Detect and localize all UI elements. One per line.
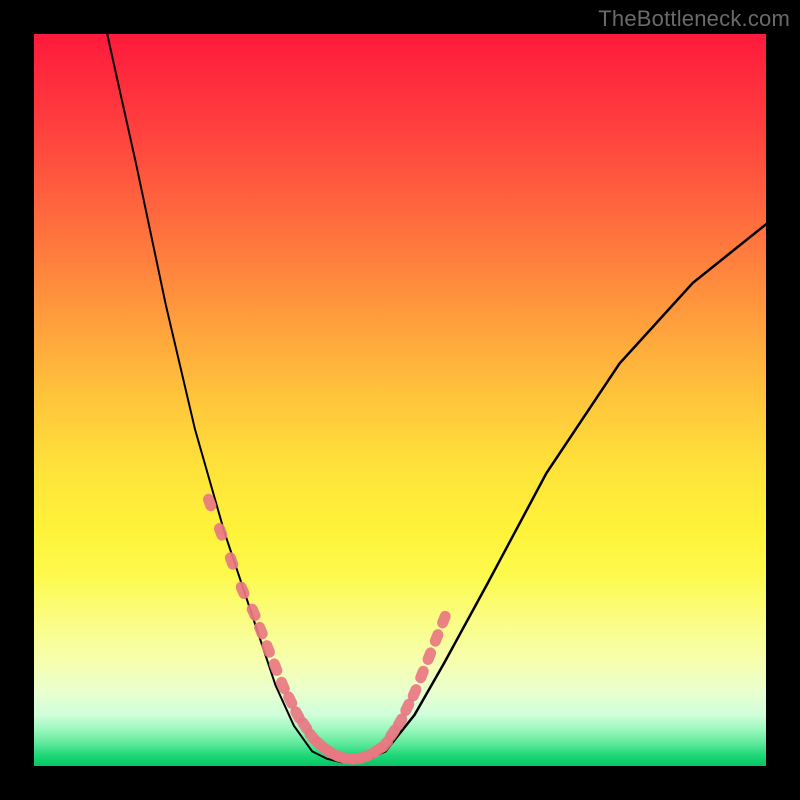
marker-point <box>201 492 218 513</box>
marker-point <box>260 639 277 660</box>
marker-point <box>428 628 445 649</box>
marker-group <box>201 492 452 765</box>
curve-right-branch <box>385 224 766 751</box>
marker-point <box>267 657 284 678</box>
curve-left-branch <box>107 34 312 751</box>
marker-point <box>234 580 251 601</box>
marker-point <box>421 646 438 667</box>
chart-frame: TheBottleneck.com <box>0 0 800 800</box>
marker-point <box>414 664 431 685</box>
marker-point <box>245 602 262 623</box>
marker-point <box>435 609 452 630</box>
plot-area <box>34 34 766 766</box>
watermark-text: TheBottleneck.com <box>598 6 790 32</box>
plot-svg <box>34 34 766 766</box>
